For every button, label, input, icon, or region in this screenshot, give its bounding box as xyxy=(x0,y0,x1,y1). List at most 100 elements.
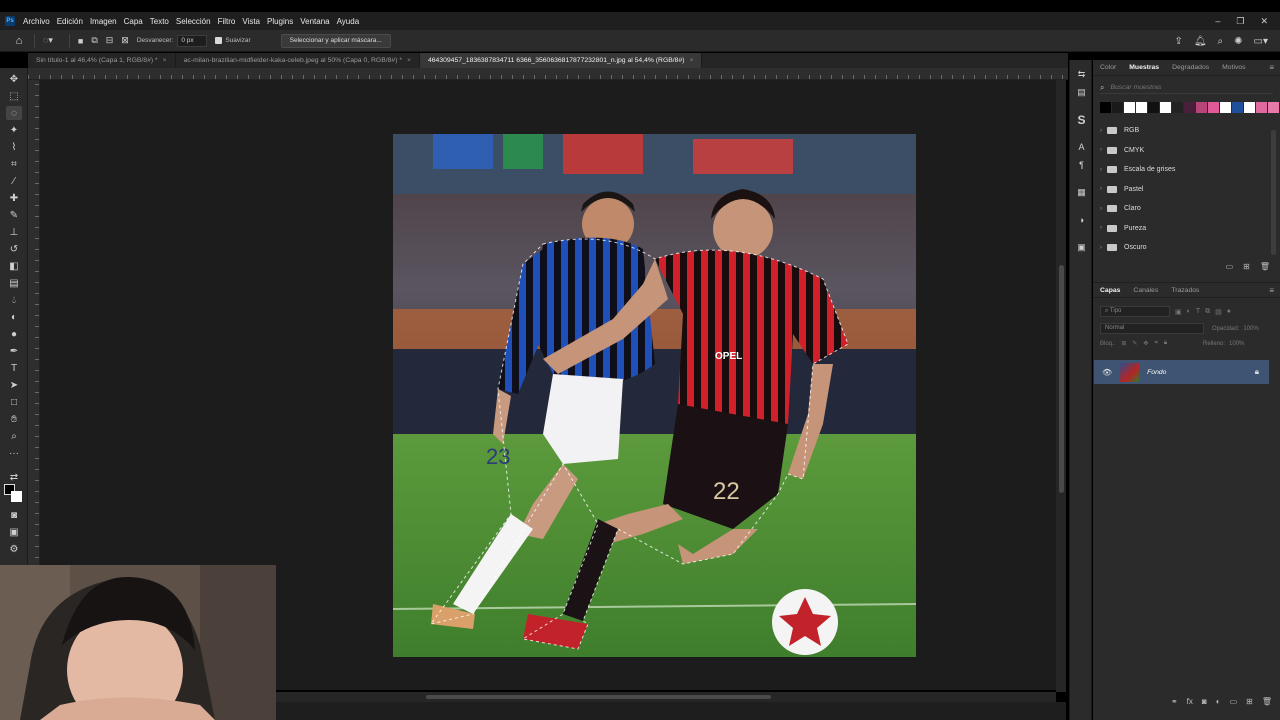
chevron-right-icon[interactable]: › xyxy=(1100,245,1102,251)
color-swatch[interactable] xyxy=(1196,102,1207,113)
delete-layer-icon[interactable]: 🗑︎ xyxy=(1262,697,1272,706)
scrollbar-thumb[interactable] xyxy=(1059,265,1064,493)
menu-edicion[interactable]: Edición xyxy=(57,17,88,26)
color-swatch[interactable] xyxy=(1112,102,1123,113)
background-color-swatch[interactable] xyxy=(11,491,22,502)
color-swatch[interactable] xyxy=(1232,102,1243,113)
hand-tool-icon[interactable]: ✋︎ xyxy=(6,412,22,426)
tab-paths[interactable]: Trazados xyxy=(1171,287,1199,294)
paragraph-panel-icon[interactable]: ¶ xyxy=(1075,158,1088,171)
color-swatch[interactable] xyxy=(1136,102,1147,113)
type-tool-icon[interactable]: T xyxy=(6,361,22,375)
quick-mask-icon[interactable]: ◙ xyxy=(6,508,22,522)
lasso-tool-icon[interactable]: ◌ xyxy=(6,106,22,120)
home-icon[interactable]: ⌂ xyxy=(12,34,26,48)
opacity-value[interactable]: 100% xyxy=(1243,326,1258,332)
menu-texto[interactable]: Texto xyxy=(150,17,174,26)
visibility-eye-icon[interactable]: 👁︎ xyxy=(1102,368,1112,377)
close-tab-icon[interactable]: × xyxy=(407,57,411,64)
swatch-folder[interactable]: › Pastel xyxy=(1093,180,1280,200)
lock-position-icon[interactable]: ✥ xyxy=(1143,340,1148,347)
lasso-tool-preset-icon[interactable]: ◌▾ xyxy=(43,35,53,46)
select-and-mask-button[interactable]: Seleccionar y aplicar máscara... xyxy=(280,33,391,48)
history-panel-icon[interactable]: ⇆ xyxy=(1075,68,1088,81)
color-swatch[interactable] xyxy=(1184,102,1195,113)
minimize-icon[interactable]: – xyxy=(1215,16,1220,26)
zoom-tool-icon[interactable]: ⌕ xyxy=(6,429,22,443)
menu-capa[interactable]: Capa xyxy=(124,17,148,26)
quick-selection-tool-icon[interactable]: ⌇ xyxy=(6,140,22,154)
lock-all-icon[interactable]: 🔒︎ xyxy=(1164,340,1167,347)
more-tools-icon[interactable]: ··· xyxy=(6,446,22,460)
smudge-tool-icon[interactable]: ● xyxy=(6,327,22,341)
dodge-tool-icon[interactable]: ◐ xyxy=(6,310,22,324)
delete-icon[interactable]: 🗑︎ xyxy=(1260,262,1270,271)
tab-gradients[interactable]: Degradados xyxy=(1172,64,1209,71)
properties-panel-icon[interactable]: ▣ xyxy=(1075,241,1088,254)
menu-seleccion[interactable]: Selección xyxy=(176,17,216,26)
discover-icon[interactable]: ✺ xyxy=(1234,36,1242,47)
search-icon[interactable]: ⌕ xyxy=(1218,36,1224,47)
color-swatch[interactable] xyxy=(1148,102,1159,113)
tab-layers[interactable]: Capas xyxy=(1100,287,1120,294)
adjustment-layer-icon[interactable]: ◐ xyxy=(1216,697,1221,706)
color-swatch[interactable] xyxy=(1244,102,1255,113)
character-styles-icon[interactable]: S xyxy=(1075,113,1088,127)
pen-tool-icon[interactable]: ✒ xyxy=(6,344,22,358)
path-selection-tool-icon[interactable]: ➤ xyxy=(6,378,22,392)
chevron-right-icon[interactable]: › xyxy=(1100,225,1102,231)
layer-row[interactable]: 👁︎ Fondo 🔒︎ xyxy=(1094,360,1269,384)
swatch-folder[interactable]: › Pureza xyxy=(1093,219,1280,239)
screen-mode-icon[interactable]: ▣ xyxy=(6,525,22,539)
adjustments-panel-icon[interactable]: ◑ xyxy=(1075,213,1088,226)
workspace-icon[interactable]: ▭▾ xyxy=(1254,36,1268,47)
color-swatch[interactable] xyxy=(1208,102,1219,113)
shape-filter-icon[interactable]: ⧉ xyxy=(1205,308,1210,316)
link-layers-icon[interactable]: ⚭ xyxy=(1171,697,1178,706)
close-tab-icon[interactable]: × xyxy=(163,57,167,64)
rectangle-tool-icon[interactable]: □ xyxy=(6,395,22,409)
document-tab[interactable]: Sin título-1 al 46,4% (Capa 1, RGB/8#) *… xyxy=(28,53,176,68)
fill-value[interactable]: 100% xyxy=(1229,341,1244,347)
menu-plugins[interactable]: Plugins xyxy=(267,17,298,26)
tab-color[interactable]: Color xyxy=(1100,64,1116,71)
history-brush-tool-icon[interactable]: ↺ xyxy=(6,242,22,256)
swap-colors-icon[interactable]: ⇄ xyxy=(6,470,22,484)
marquee-tool-icon[interactable]: ⬚ xyxy=(6,89,22,103)
magic-wand-tool-icon[interactable]: ✦ xyxy=(6,123,22,137)
eyedropper-tool-icon[interactable]: ⁄ xyxy=(6,174,22,188)
horizontal-scrollbar[interactable] xyxy=(276,692,1056,702)
close-tab-icon[interactable]: × xyxy=(689,57,693,64)
notifications-icon[interactable]: 🔔︎ xyxy=(1194,36,1207,47)
chevron-right-icon[interactable]: › xyxy=(1100,128,1102,134)
tab-swatches[interactable]: Muestras xyxy=(1129,64,1159,71)
layer-style-icon[interactable]: fx xyxy=(1187,697,1193,706)
vertical-scrollbar[interactable] xyxy=(1056,80,1066,692)
document-tab-active[interactable]: 464309457_1836387834711 6366_35606368178… xyxy=(419,53,703,68)
swatch-folder[interactable]: › RGB xyxy=(1093,121,1280,141)
lock-pixels-icon[interactable]: ✎ xyxy=(1132,340,1137,347)
swatch-folder[interactable]: › CMYK xyxy=(1093,141,1280,161)
lock-transparent-icon[interactable]: ⊞ xyxy=(1121,340,1126,347)
panel-menu-icon[interactable]: ≡ xyxy=(1269,63,1274,72)
smooth-checkbox[interactable] xyxy=(215,37,223,44)
comments-panel-icon[interactable]: ▤ xyxy=(1075,86,1088,99)
menu-archivo[interactable]: Archivo xyxy=(23,17,55,26)
smart-object-filter-icon[interactable]: ▤ xyxy=(1215,308,1222,316)
menu-ventana[interactable]: Ventana xyxy=(300,17,334,26)
healing-brush-tool-icon[interactable]: ✚ xyxy=(6,191,22,205)
artboard-icon[interactable]: ⚙ xyxy=(6,542,22,556)
adjustment-filter-icon[interactable]: ◐ xyxy=(1187,308,1191,315)
character-panel-icon[interactable]: A xyxy=(1075,140,1088,153)
move-tool-icon[interactable]: ✥ xyxy=(6,72,22,86)
new-selection-icon[interactable]: ■ xyxy=(78,36,83,46)
crop-tool-icon[interactable]: ⌗ xyxy=(6,157,22,171)
tab-patterns[interactable]: Motivos xyxy=(1222,64,1245,71)
blend-mode-select[interactable]: Normal xyxy=(1100,323,1204,334)
document-tab[interactable]: ac-milan-brazilian-midfielder-kaka-celeb… xyxy=(176,53,420,68)
menu-ayuda[interactable]: Ayuda xyxy=(337,17,365,26)
chevron-right-icon[interactable]: › xyxy=(1100,147,1102,153)
new-layer-icon[interactable]: ⊞ xyxy=(1246,697,1253,706)
color-swatch[interactable] xyxy=(1220,102,1231,113)
chevron-right-icon[interactable]: › xyxy=(1100,186,1102,192)
